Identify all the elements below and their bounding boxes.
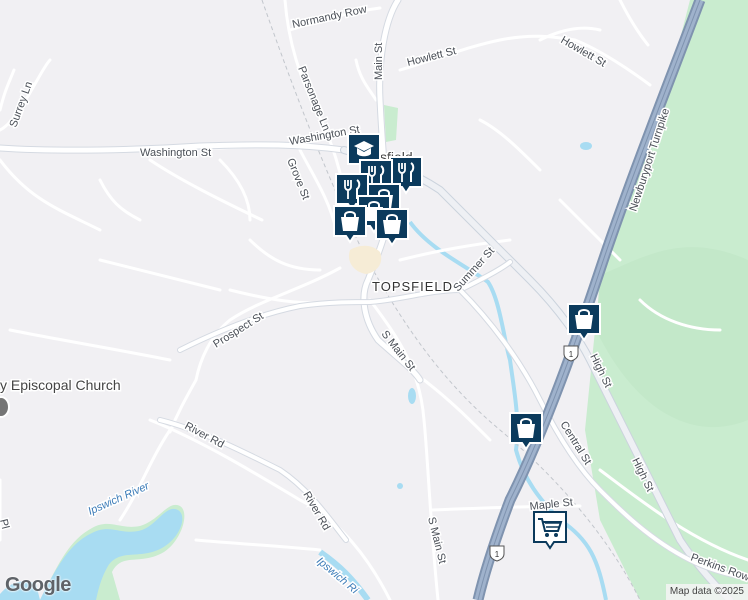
map-canvas[interactable]: 1 1 Normandy Row Main St Howlett St Howl… — [0, 0, 748, 600]
poi-label-episcopal-church: y Episcopal Church — [0, 377, 121, 393]
store-marker-4[interactable] — [374, 207, 410, 247]
svg-text:1: 1 — [569, 350, 574, 359]
map-attribution[interactable]: Map data ©2025 — [665, 584, 748, 600]
store-marker-6[interactable] — [508, 411, 544, 451]
shopping-bag-icon — [567, 303, 601, 342]
store-marker-5[interactable] — [566, 302, 602, 342]
shopping-cart-icon — [533, 511, 567, 550]
map-base: 1 1 Normandy Row Main St Howlett St Howl… — [0, 0, 748, 600]
road-label-washington-st-west: Washington St — [140, 147, 211, 159]
google-logo[interactable]: Google — [5, 574, 71, 597]
shopping-bag-icon — [509, 412, 543, 451]
supermarket-marker[interactable] — [532, 510, 568, 550]
svg-text:1: 1 — [495, 550, 500, 559]
town-label-topsfield: TOPSFIELD — [372, 279, 453, 294]
shopping-bag-icon — [375, 208, 409, 247]
store-marker-3[interactable] — [332, 204, 368, 244]
road-label-main-st: Main St — [373, 43, 385, 80]
shopping-bag-icon — [333, 205, 367, 244]
route-1-shield-north: 1 — [563, 345, 579, 362]
route-1-shield-south: 1 — [489, 545, 505, 562]
